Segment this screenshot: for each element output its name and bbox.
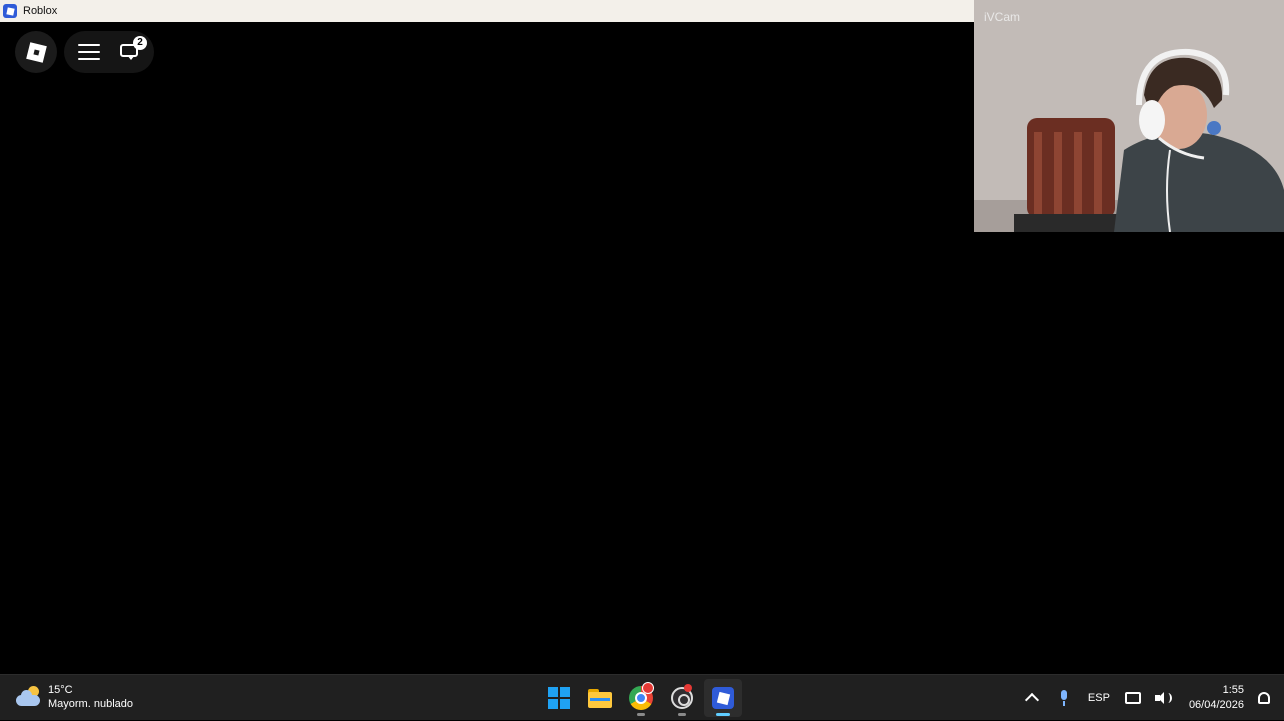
chat-unread-badge: 2 (133, 36, 147, 50)
input-language[interactable]: ESP (1088, 692, 1110, 704)
microphone-icon[interactable] (1059, 690, 1069, 706)
volume-icon[interactable] (1154, 691, 1172, 705)
taskbar-chrome[interactable] (622, 679, 660, 717)
taskbar-roblox[interactable] (704, 679, 742, 717)
network-icon[interactable] (1124, 692, 1141, 704)
recording-indicator-icon (684, 684, 692, 692)
roblox-app-icon (3, 4, 17, 18)
roblox-icon (712, 687, 734, 709)
webcam-label: iVCam (984, 10, 1021, 24)
webcam-overlay: iVCam (974, 0, 1284, 232)
chevron-up-icon[interactable] (1024, 692, 1039, 708)
window-titlebar[interactable]: Roblox (0, 0, 974, 22)
partly-cloudy-icon (14, 685, 42, 709)
weather-widget[interactable]: 15°C Mayorm. nublado (14, 683, 133, 711)
windows-logo-icon (548, 687, 570, 709)
taskbar-apps (540, 679, 745, 717)
notification-bell-icon[interactable] (1258, 692, 1270, 704)
system-tray: ESP 1:55 06/04/2026 (1015, 675, 1284, 721)
window-title: Roblox (23, 5, 58, 17)
topbar-controls: 2 (64, 31, 154, 73)
profile-badge-icon (642, 682, 654, 694)
folder-icon (588, 688, 612, 708)
clock-date: 06/04/2026 (1188, 699, 1244, 711)
webcam-feed-image (974, 0, 1284, 232)
hamburger-menu-icon[interactable] (78, 44, 100, 60)
start-button[interactable] (540, 679, 578, 717)
weather-condition: Mayorm. nublado (48, 698, 133, 710)
chat-icon[interactable]: 2 (120, 36, 147, 62)
taskbar-obs[interactable] (663, 679, 701, 717)
clock-time: 1:55 (1222, 684, 1244, 696)
taskbar-file-explorer[interactable] (581, 679, 619, 717)
taskbar: 15°C Mayorm. nublado ESP 1:55 06/04/2026 (0, 674, 1284, 720)
game-viewport[interactable] (0, 22, 974, 674)
weather-temperature: 15°C (48, 684, 73, 696)
clock[interactable]: 1:55 06/04/2026 (1189, 683, 1244, 713)
roblox-menu-button[interactable] (15, 31, 57, 73)
roblox-logo-icon (25, 41, 47, 63)
